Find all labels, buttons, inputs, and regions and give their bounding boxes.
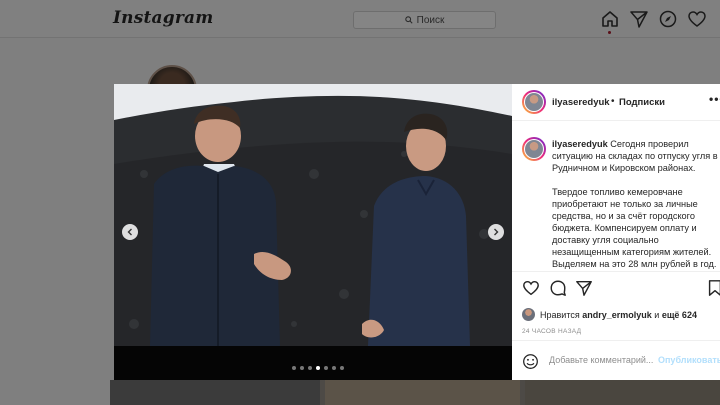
post-sidebar: ilyaseredyuk • Подписки ••• ilyaseredyuk… — [512, 84, 720, 380]
likes-conjunction: и — [654, 309, 660, 320]
likes-user[interactable]: andry_ermolyuk — [582, 310, 652, 320]
like-heart-icon[interactable] — [522, 279, 540, 297]
chevron-left-icon — [127, 228, 132, 236]
post-photo[interactable] — [114, 84, 512, 380]
carousel-prev-button[interactable] — [122, 224, 138, 240]
comment-input[interactable]: Добавьте комментарий... — [549, 355, 653, 365]
carousel-next-button[interactable] — [488, 224, 504, 240]
carousel-dot — [292, 366, 296, 370]
carousel-dot — [324, 366, 328, 370]
background-feed-thumbnails — [110, 380, 720, 405]
emoji-icon[interactable] — [522, 353, 539, 370]
carousel-dot — [332, 366, 336, 370]
liker-avatar — [522, 308, 535, 321]
caption-author-avatar[interactable] — [522, 137, 546, 161]
home-icon[interactable] — [600, 9, 620, 29]
post-modal: ilyaseredyuk • Подписки ••• ilyaseredyuk… — [114, 84, 720, 380]
caption-username[interactable]: ilyaseredyuk — [552, 139, 608, 149]
direct-icon[interactable] — [629, 9, 649, 29]
top-navigation-bar: Instagram Поиск — [0, 0, 720, 38]
search-icon — [404, 16, 413, 24]
post-actions: Нравится andry_ermolyuk и ещё 624 24 ЧАС… — [512, 271, 720, 380]
instagram-logo[interactable]: Instagram — [113, 8, 213, 28]
likes-prefix: Нравится — [540, 309, 580, 320]
explore-icon[interactable] — [658, 9, 678, 29]
likes-summary: Нравится andry_ermolyuk и ещё 624 — [522, 308, 697, 321]
heart-icon[interactable] — [687, 9, 707, 29]
home-active-dot — [608, 31, 611, 34]
comment-icon[interactable] — [549, 279, 567, 297]
caption-text: ilyaseredyuk Сегодня проверил ситуацию н… — [552, 138, 720, 271]
search-placeholder: Поиск — [416, 14, 445, 26]
following-button[interactable]: Подписки — [619, 97, 665, 108]
photo-illustration — [114, 84, 512, 380]
post-header: ilyaseredyuk • Подписки ••• — [512, 84, 720, 121]
author-avatar[interactable] — [522, 90, 546, 114]
post-timestamp[interactable]: 24 ЧАСОВ НАЗАД — [522, 328, 581, 335]
share-icon[interactable] — [575, 279, 593, 297]
carousel-indicator — [292, 366, 344, 370]
carousel-dot — [300, 366, 304, 370]
carousel-dot — [340, 366, 344, 370]
carousel-dot-active — [316, 366, 320, 370]
search-input[interactable]: Поиск — [353, 11, 496, 29]
publish-button[interactable]: Опубликовать — [658, 355, 720, 365]
caption-scroll-area[interactable]: ilyaseredyuk Сегодня проверил ситуацию н… — [512, 121, 720, 271]
caption-paragraph-2: Твердое топливо кемеровчане приобретают … — [552, 187, 717, 269]
likes-more[interactable]: ещё 624 — [662, 310, 697, 320]
more-options-button[interactable]: ••• — [709, 92, 720, 106]
header-separator: • — [611, 96, 615, 107]
comment-box: Добавьте комментарий... Опубликовать — [512, 340, 720, 381]
bookmark-icon[interactable] — [706, 279, 720, 297]
chevron-right-icon — [494, 228, 499, 236]
carousel-dot — [308, 366, 312, 370]
author-username[interactable]: ilyaseredyuk — [552, 97, 610, 108]
